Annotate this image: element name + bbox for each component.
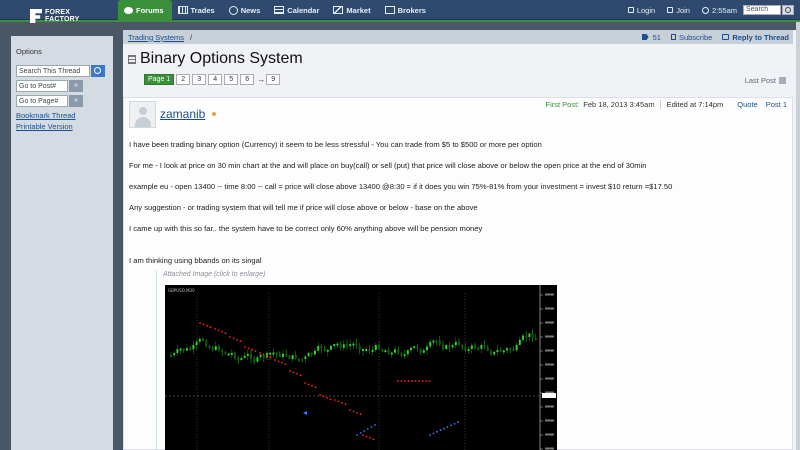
printable-version-link[interactable]: Printable Version bbox=[16, 121, 108, 132]
logo-mark-icon bbox=[30, 9, 42, 23]
post-number-link[interactable]: Post 1 bbox=[766, 100, 787, 109]
market-chart-icon bbox=[333, 6, 344, 14]
thread-title-row: Binary Options System bbox=[128, 50, 303, 68]
page-5[interactable]: 5 bbox=[224, 74, 239, 85]
clock-icon bbox=[701, 6, 709, 14]
edited-note: Edited at 7:14pm bbox=[659, 100, 723, 109]
page-last[interactable]: 9 bbox=[266, 74, 281, 85]
subscribe-button[interactable]: Subscribe bbox=[670, 33, 712, 42]
post-line: For me - I look at price on 30 min chart… bbox=[129, 161, 647, 170]
nav-accent-strip bbox=[0, 20, 800, 22]
go-to-page-button[interactable]: » bbox=[69, 95, 83, 107]
nav-right-group: Login Join 2:55am Search bbox=[622, 0, 800, 20]
user-icon bbox=[667, 7, 674, 13]
page-4[interactable]: 4 bbox=[208, 74, 223, 85]
nav-calendar[interactable]: Calendar bbox=[268, 0, 327, 20]
clock: 2:55am bbox=[696, 0, 743, 20]
go-to-page-input[interactable]: Go to Page# bbox=[16, 95, 68, 107]
bookmark-thread-link[interactable]: Bookmark Thread bbox=[16, 110, 108, 121]
options-sidebar: Options Search This Thread Go to Post# »… bbox=[11, 44, 113, 135]
last-post-link[interactable]: Last Post bbox=[745, 76, 786, 85]
post-line: I have been trading binary option (Curre… bbox=[129, 140, 542, 149]
attached-chart-image[interactable]: GBPUSD,M30 bbox=[165, 285, 557, 450]
chat-bubble-icon bbox=[124, 6, 133, 14]
subscribe-icon bbox=[670, 34, 676, 40]
options-title: Options bbox=[16, 47, 42, 56]
join-link[interactable]: Join bbox=[661, 0, 696, 20]
nav-market[interactable]: Market bbox=[327, 0, 378, 20]
thread-icon bbox=[128, 54, 136, 64]
tag-icon bbox=[641, 34, 649, 40]
page-1[interactable]: Page 1 bbox=[144, 74, 175, 85]
post-meta: First Post: Feb 18, 2013 3:45am Edited a… bbox=[545, 100, 787, 109]
reply-icon bbox=[722, 34, 730, 40]
calendar-icon bbox=[274, 6, 285, 14]
go-to-post-button[interactable]: » bbox=[69, 80, 83, 92]
broker-icon bbox=[384, 6, 395, 14]
post-username[interactable]: zamanib bbox=[160, 107, 205, 121]
last-post-icon bbox=[779, 77, 786, 84]
logo-line-1: FOREX bbox=[45, 9, 71, 16]
search-thread-button[interactable] bbox=[91, 65, 105, 77]
post-line: I am thinking using bbands on its singal bbox=[129, 256, 262, 265]
nav-forums[interactable]: Forums bbox=[118, 0, 172, 20]
avatar[interactable] bbox=[129, 101, 156, 128]
reply-to-thread-button[interactable]: Reply to Thread bbox=[722, 33, 789, 42]
search-icon[interactable] bbox=[782, 5, 794, 15]
post-line: I came up with this so far.. the system … bbox=[129, 224, 483, 233]
svg-text:GBPUSD,M30: GBPUSD,M30 bbox=[168, 288, 195, 293]
search-thread-input[interactable]: Search This Thread bbox=[16, 65, 90, 77]
main-nav: Forums Trades News Calendar Market Broke… bbox=[118, 0, 434, 20]
page-3[interactable]: 3 bbox=[192, 74, 207, 85]
table-icon bbox=[177, 6, 188, 14]
top-navigation-bar: Forums Trades News Calendar Market Broke… bbox=[0, 0, 800, 20]
scrollbar[interactable] bbox=[796, 22, 800, 450]
first-post-label: First Post: bbox=[545, 100, 580, 109]
breadcrumb-trading-systems[interactable]: Trading Systems bbox=[128, 33, 184, 42]
post-date: Feb 18, 2013 3:45am bbox=[583, 100, 655, 109]
attached-image-label[interactable]: Attached Image (click to enlarge) bbox=[163, 271, 265, 278]
page-title: Binary Options System bbox=[140, 50, 303, 67]
nav-news[interactable]: News bbox=[223, 0, 269, 20]
tags-button[interactable]: 51 bbox=[641, 33, 661, 42]
search-input[interactable]: Search bbox=[743, 5, 781, 15]
page-6[interactable]: 6 bbox=[240, 74, 255, 85]
arrow-right-icon: → bbox=[257, 75, 266, 84]
logo-line-2: FACTORY bbox=[45, 16, 80, 23]
post-line: example eu - open 13400 -- time 8:00 -- … bbox=[129, 182, 673, 191]
quote-button[interactable]: Quote bbox=[737, 100, 757, 109]
login-icon bbox=[627, 7, 634, 13]
globe-icon bbox=[228, 5, 238, 15]
page-2[interactable]: 2 bbox=[176, 74, 191, 85]
user-status-dot bbox=[212, 112, 216, 116]
go-to-post-input[interactable]: Go to Post# bbox=[16, 80, 68, 92]
nav-brokers[interactable]: Brokers bbox=[379, 0, 434, 20]
candlestick-chart-image: GBPUSD,M30 bbox=[165, 285, 557, 450]
forex-factory-logo[interactable]: FOREX FACTORY bbox=[30, 5, 90, 27]
post-line: Any suggestion - or trading system that … bbox=[129, 203, 478, 212]
breadcrumb: Trading Systems / 51 Subscribe Reply to … bbox=[123, 30, 793, 44]
pagination: Page 1 2 3 4 5 6 → 9 bbox=[144, 74, 282, 85]
nav-trades[interactable]: Trades bbox=[172, 0, 223, 20]
login-link[interactable]: Login bbox=[622, 0, 661, 20]
